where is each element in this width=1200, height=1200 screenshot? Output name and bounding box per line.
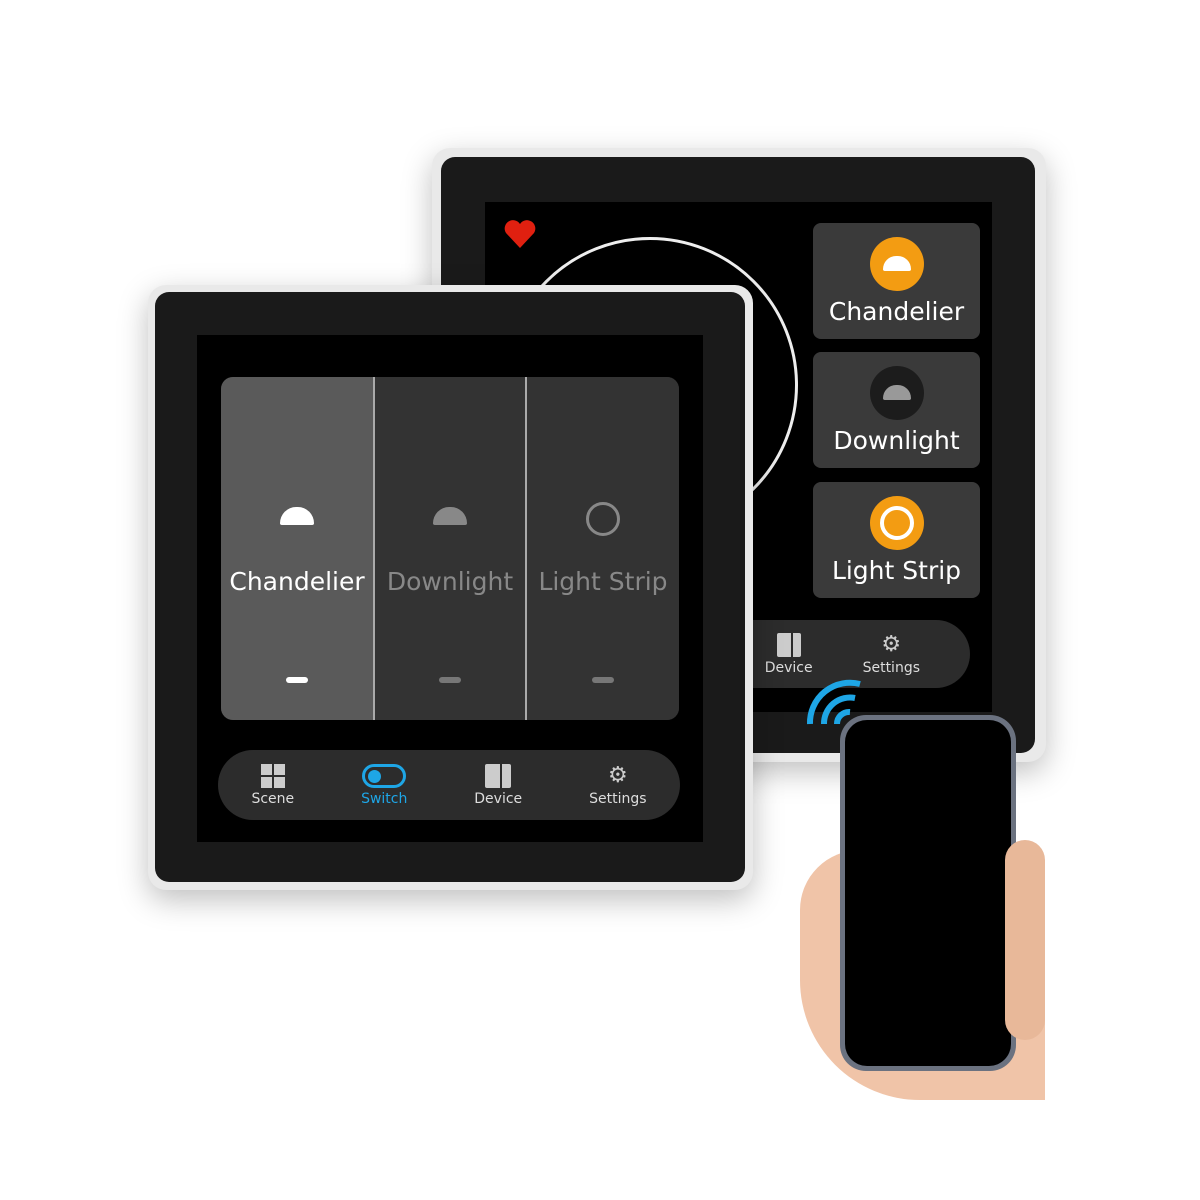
device-icon	[776, 632, 801, 657]
scene-card-chandelier[interactable]: Chandelier	[813, 223, 980, 339]
nav-device[interactable]: Device	[474, 763, 523, 807]
switch-downlight[interactable]: Downlight	[375, 377, 525, 720]
gear-icon: ⚙	[607, 762, 628, 788]
toggle-icon	[362, 763, 407, 788]
switch-label: Downlight	[386, 567, 514, 596]
switch-label: Light Strip	[538, 567, 668, 596]
scene-card-downlight[interactable]: Downlight	[813, 352, 980, 468]
nav-label: Scene	[251, 790, 295, 807]
nav-label: Settings	[589, 790, 647, 807]
nav-label: Switch	[361, 790, 408, 807]
chandelier-icon	[280, 507, 314, 525]
light-strip-icon	[586, 502, 620, 536]
grid-icon	[260, 763, 285, 788]
nav-switch[interactable]: Switch	[361, 763, 408, 807]
switch-group: Chandelier Downlight Light Strip	[221, 377, 679, 720]
front-screen: Chandelier Downlight Light Strip Scene S…	[197, 335, 703, 842]
front-panel: Chandelier Downlight Light Strip Scene S…	[148, 285, 753, 890]
heart-icon[interactable]	[503, 218, 537, 250]
divider	[525, 377, 527, 720]
light-strip-icon	[869, 495, 924, 550]
state-indicator	[286, 677, 308, 683]
scene-card-light-strip[interactable]: Light Strip	[813, 482, 980, 598]
nav-device[interactable]: Device	[764, 632, 813, 676]
device-icon	[485, 763, 512, 788]
state-indicator	[439, 677, 461, 683]
switch-light-strip[interactable]: Light Strip	[527, 377, 679, 720]
nav-label: Settings	[862, 659, 920, 676]
card-label: Light Strip	[831, 555, 962, 585]
nav-label: Device	[474, 790, 523, 807]
state-indicator	[592, 677, 614, 683]
switch-chandelier[interactable]: Chandelier	[221, 377, 373, 720]
smartphone	[840, 715, 1016, 1071]
downlight-icon	[433, 507, 467, 525]
gear-icon: ⚙	[881, 631, 902, 657]
nav-label: Device	[764, 659, 813, 676]
nav-settings[interactable]: ⚙ Settings	[862, 631, 920, 676]
thumb	[1005, 840, 1045, 1040]
card-label: Downlight	[833, 425, 960, 455]
chandelier-icon	[869, 236, 924, 291]
front-nav-bar: Scene Switch Device ⚙ Settings	[218, 750, 680, 820]
card-label: Chandelier	[828, 296, 965, 326]
downlight-icon	[869, 365, 924, 420]
nav-scene[interactable]: Scene	[251, 763, 295, 807]
switch-label: Chandelier	[229, 567, 365, 596]
divider	[373, 377, 375, 720]
phone-screen	[845, 720, 1011, 1066]
nav-settings[interactable]: ⚙ Settings	[589, 762, 647, 807]
